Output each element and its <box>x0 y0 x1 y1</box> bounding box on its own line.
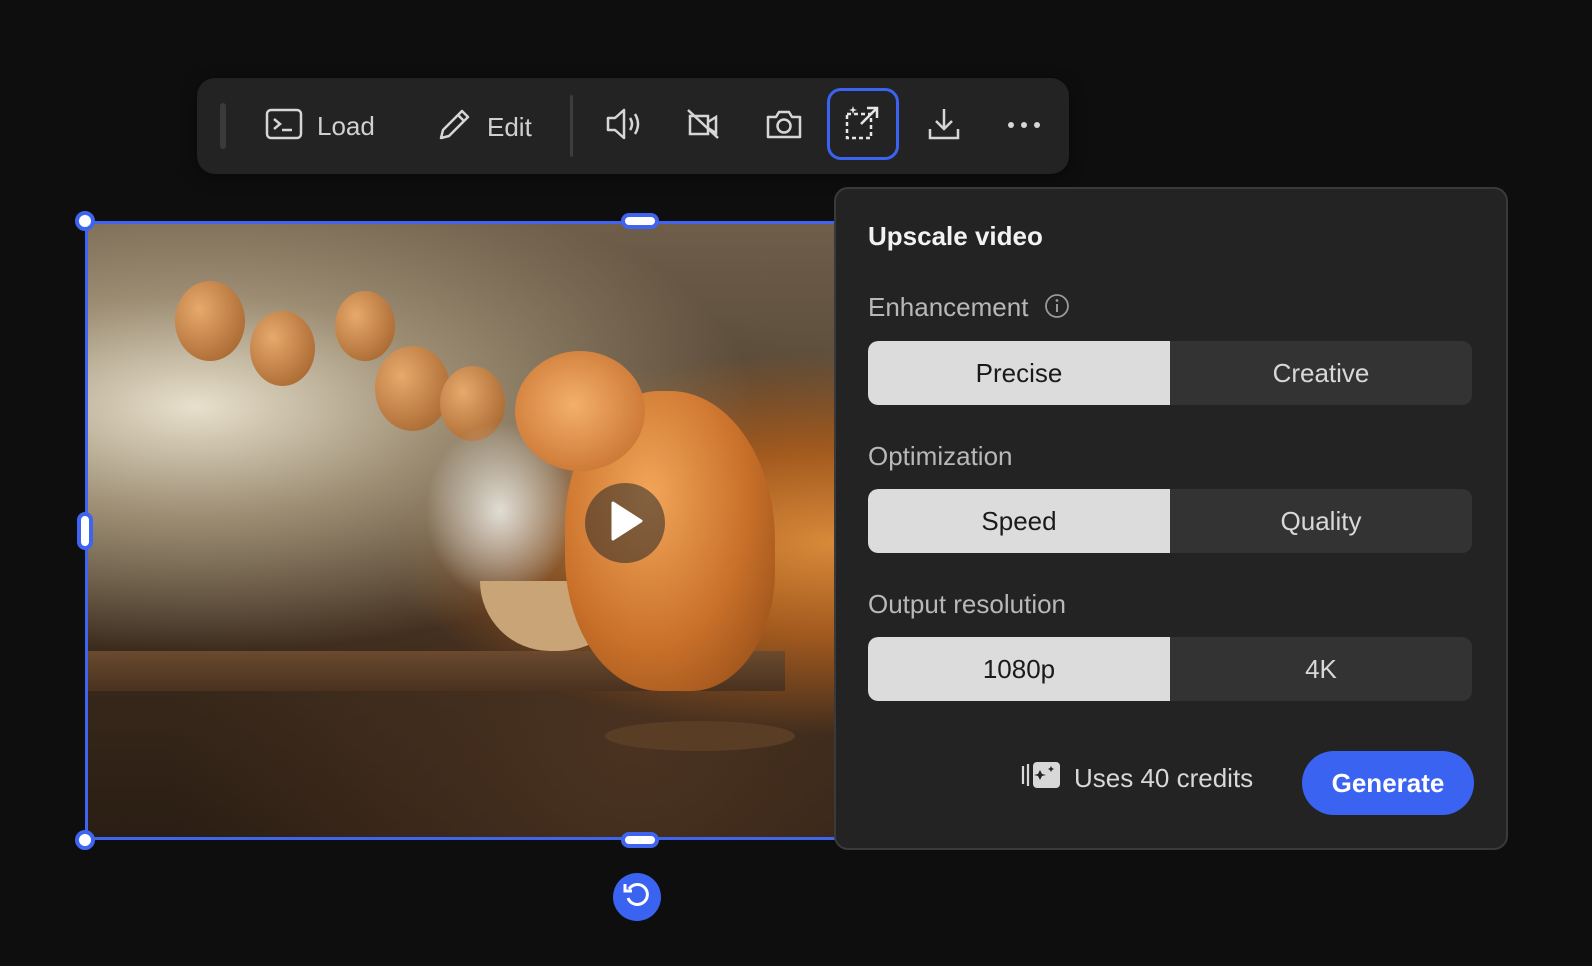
camera-motion-off-button[interactable] <box>680 102 728 150</box>
hanging-pot <box>375 346 450 431</box>
play-icon <box>605 499 645 548</box>
credits-text: Uses 40 credits <box>1074 763 1254 793</box>
edit-label: Edit <box>487 112 532 142</box>
upscale-icon <box>843 102 883 147</box>
resolution-option-4k[interactable]: 4K <box>1170 637 1472 701</box>
load-button[interactable]: Load <box>265 108 375 145</box>
enhancement-label: Enhancement <box>868 292 1070 326</box>
load-label: Load <box>317 111 375 141</box>
enhancement-toggle: Precise Creative <box>868 341 1472 405</box>
optimization-label: Optimization <box>868 441 1013 471</box>
more-icon <box>1006 117 1042 135</box>
download-icon <box>925 105 963 148</box>
upscale-button[interactable] <box>827 88 899 160</box>
resize-handle-top[interactable] <box>621 213 659 229</box>
download-button[interactable] <box>920 102 968 150</box>
hanging-pot <box>250 311 315 386</box>
camera-icon <box>764 107 804 146</box>
optimization-option-quality[interactable]: Quality <box>1170 489 1472 553</box>
output-resolution-label: Output resolution <box>868 589 1067 619</box>
rotate-icon <box>622 880 652 915</box>
edit-button[interactable]: Edit <box>435 106 532 149</box>
rotate-button[interactable] <box>613 873 661 921</box>
snapshot-button[interactable] <box>760 102 808 150</box>
hanging-pot <box>175 281 245 361</box>
cat-head <box>515 351 645 471</box>
resize-handle-bottom-left[interactable] <box>75 830 95 850</box>
credits-icon <box>1020 760 1062 797</box>
drag-grip[interactable] <box>220 103 226 149</box>
speaker-icon <box>604 106 644 147</box>
upscale-panel: Upscale video Enhancement Precise Creati… <box>834 187 1508 850</box>
resize-handle-top-left[interactable] <box>75 211 95 231</box>
stool <box>605 721 795 751</box>
resolution-toggle: 1080p 4K <box>868 637 1472 701</box>
hanging-pot <box>335 291 395 361</box>
play-button[interactable] <box>585 483 665 563</box>
optimization-option-speed[interactable]: Speed <box>868 489 1170 553</box>
audio-button[interactable] <box>600 102 648 150</box>
resolution-option-1080p[interactable]: 1080p <box>868 637 1170 701</box>
generate-button[interactable]: Generate <box>1302 751 1474 815</box>
toolbar: Load Edit <box>197 78 1069 174</box>
resize-handle-bottom[interactable] <box>621 832 659 848</box>
credits-info: Uses 40 credits <box>1020 760 1253 797</box>
enhancement-label-text: Enhancement <box>868 292 1029 322</box>
enhancement-option-precise[interactable]: Precise <box>868 341 1170 405</box>
terminal-icon <box>265 108 303 145</box>
more-button[interactable] <box>1000 102 1048 150</box>
panel-title: Upscale video <box>868 221 1043 251</box>
info-icon[interactable] <box>1044 293 1070 326</box>
enhancement-option-creative[interactable]: Creative <box>1170 341 1472 405</box>
pencil-icon <box>435 106 473 149</box>
toolbar-divider <box>570 95 573 157</box>
optimization-toggle: Speed Quality <box>868 489 1472 553</box>
resize-handle-left[interactable] <box>77 512 93 550</box>
camera-off-icon <box>684 106 724 147</box>
